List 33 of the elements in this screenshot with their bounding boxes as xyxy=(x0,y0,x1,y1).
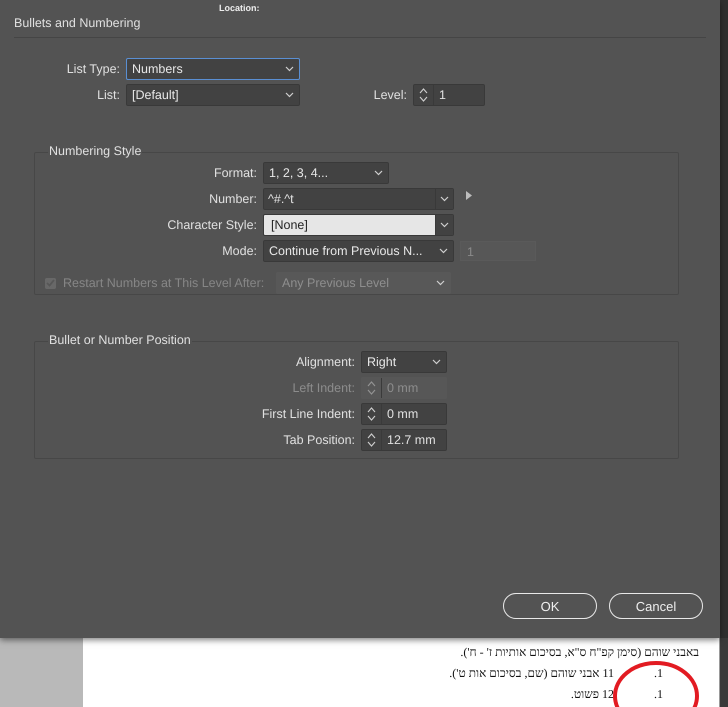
field-label: Left Indent: xyxy=(291,381,356,395)
dialog-button[interactable]: OK xyxy=(503,593,597,619)
indent-stepper[interactable]: 0 mm xyxy=(361,403,447,425)
list-dropdown[interactable]: [Default] xyxy=(126,84,300,106)
field-label: Level: xyxy=(372,88,408,102)
group-title: Numbering Style xyxy=(48,144,142,158)
field-label: List: xyxy=(96,88,121,102)
character-style-combo-field[interactable]: [None] xyxy=(263,214,454,236)
list-type-dropdown[interactable]: Numbers xyxy=(126,58,300,80)
list-marker: .1 xyxy=(654,687,663,702)
mode-dropdown[interactable]: Continue from Previous N... xyxy=(263,240,454,262)
field-label: Mode: xyxy=(221,244,258,258)
alignment-dropdown[interactable]: Right xyxy=(361,351,447,373)
document-text-line: פשוט. xyxy=(570,687,599,702)
level-stepper[interactable]: 1 xyxy=(413,84,485,106)
field-label: Number: xyxy=(208,192,258,206)
list-number: 12 xyxy=(602,687,614,702)
number-combo-field[interactable]: ^#.^t xyxy=(263,188,454,210)
indent-stepper[interactable]: 12.7 mm xyxy=(361,429,447,451)
field-label: Character Style: xyxy=(166,218,258,232)
list-marker: .1 xyxy=(654,666,663,681)
format-dropdown[interactable]: 1, 2, 3, 4... xyxy=(263,162,389,184)
field-label: List Type: xyxy=(66,62,121,76)
location-label: Location: xyxy=(219,4,260,12)
field-label: Format: xyxy=(212,166,258,180)
field-label: Alignment: xyxy=(294,355,356,369)
document-text-line: באבני שוהם (סימן קפ"ח ס"א, בסיכום אותיות ז' - ח'). xyxy=(460,645,699,660)
group-title: Bullet or Number Position xyxy=(48,333,192,347)
document-text-line: אבני שוהם (שם, בסיכום אות ט'). xyxy=(449,666,600,681)
field-label: First Line Indent: xyxy=(260,407,356,421)
dialog-button[interactable]: Cancel xyxy=(609,593,703,619)
field-label: Tab Position: xyxy=(282,433,356,447)
list-number: 11 xyxy=(602,666,614,681)
